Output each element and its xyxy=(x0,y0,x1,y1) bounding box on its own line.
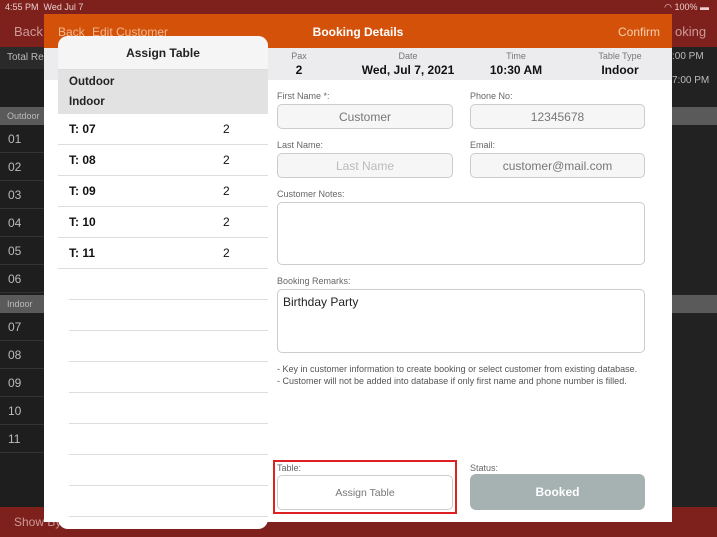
background-row: 10 xyxy=(0,397,44,425)
background-row: 04 xyxy=(0,209,44,237)
table-name: T: 11 xyxy=(69,246,96,260)
table-row[interactable]: T: 11 2 xyxy=(58,238,268,269)
table-row[interactable]: T: 08 2 xyxy=(58,145,268,176)
wifi-icon: ◠ xyxy=(664,2,672,12)
background-row: 11 xyxy=(0,425,44,453)
info-label: Pax xyxy=(291,51,307,61)
phone-field[interactable]: 12345678 xyxy=(470,104,645,129)
background-row: 02 xyxy=(0,153,44,181)
background-row: 09 xyxy=(0,369,44,397)
battery-icon: ▬ xyxy=(700,2,709,12)
phone-label: Phone No: xyxy=(470,91,513,101)
info-label: Time xyxy=(506,51,526,61)
table-name: T: 09 xyxy=(69,184,96,198)
empty-row xyxy=(69,300,268,331)
background-total: Total Re xyxy=(0,47,44,69)
table-name: T: 10 xyxy=(69,215,96,229)
info-value: 2 xyxy=(295,63,303,77)
battery-level: 100% xyxy=(674,2,698,12)
segment-indoor[interactable]: Indoor xyxy=(69,92,257,112)
background-row: 08 xyxy=(0,341,44,369)
booking-remarks-field[interactable]: Birthday Party xyxy=(277,289,645,353)
background-row: 06 xyxy=(0,265,44,293)
empty-row xyxy=(69,455,268,486)
status-time: 4:55 PM xyxy=(5,2,39,12)
info-value: Indoor xyxy=(601,63,639,77)
table-row[interactable]: T: 10 2 xyxy=(58,207,268,238)
segment-outdoor[interactable]: Outdoor xyxy=(69,72,257,92)
background-time-column: :00 PM 7:00 PM xyxy=(672,47,717,507)
empty-row xyxy=(69,424,268,455)
empty-row xyxy=(69,486,268,517)
empty-row xyxy=(69,331,268,362)
background-section-indoor: Indoor xyxy=(0,295,44,313)
first-name-label: First Name *: xyxy=(277,91,330,101)
table-name: T: 07 xyxy=(69,122,96,136)
info-value: Wed, Jul 7, 2021 xyxy=(361,63,455,77)
background-booking-button[interactable]: oking xyxy=(675,14,706,50)
table-pax: 2 xyxy=(223,122,230,136)
help-note: - Customer will not be added into databa… xyxy=(277,375,627,386)
email-label: Email: xyxy=(470,140,496,150)
background-section-outdoor: Outdoor xyxy=(0,107,44,125)
table-row[interactable]: T: 07 2 xyxy=(58,114,268,145)
status-label: Status: xyxy=(470,463,499,473)
status-date: Wed Jul 7 xyxy=(43,2,84,12)
background-section-band xyxy=(672,295,717,313)
confirm-button[interactable]: Confirm xyxy=(618,14,660,50)
background-row: 07 xyxy=(0,313,44,341)
customer-notes-field[interactable] xyxy=(277,202,645,265)
background-time: 7:00 PM xyxy=(672,75,710,86)
empty-row xyxy=(69,362,268,393)
info-label: Date xyxy=(398,51,418,61)
customer-notes-label: Customer Notes: xyxy=(277,189,345,199)
assign-table-button[interactable]: Assign Table xyxy=(277,475,453,510)
info-date: Date Wed, Jul 7, 2021 xyxy=(344,51,472,77)
background-time: :00 PM xyxy=(672,51,704,62)
empty-row xyxy=(69,393,268,424)
background-row: 05 xyxy=(0,237,44,265)
info-label: Table Type xyxy=(598,51,642,61)
assign-table-popover: Assign Table Outdoor Indoor T: 07 2 T: 08… xyxy=(58,36,268,529)
status-bar: 4:55 PM Wed Jul 7 ◠ 100% ▬ xyxy=(0,0,717,14)
help-note: - Key in customer information to create … xyxy=(277,364,638,374)
status-button[interactable]: Booked xyxy=(470,474,645,510)
table-pax: 2 xyxy=(223,246,230,260)
info-pax: Pax 2 xyxy=(279,51,319,77)
email-field[interactable]: customer@mail.com xyxy=(470,153,645,178)
booking-remarks-label: Booking Remarks: xyxy=(277,276,351,286)
empty-row xyxy=(69,269,268,300)
background-back-button[interactable]: Back xyxy=(14,14,43,50)
table-row[interactable]: T: 09 2 xyxy=(58,176,268,207)
background-section-band xyxy=(672,107,717,125)
last-name-field[interactable]: Last Name xyxy=(277,153,453,178)
background-row: 03 xyxy=(0,181,44,209)
table-pax: 2 xyxy=(223,153,230,167)
table-pax: 2 xyxy=(223,215,230,229)
table-name: T: 08 xyxy=(69,153,96,167)
last-name-label: Last Name: xyxy=(277,140,324,150)
info-time: Time 10:30 AM xyxy=(476,51,556,77)
popover-title: Assign Table xyxy=(58,36,268,70)
table-type-list: Outdoor Indoor xyxy=(58,70,268,114)
table-pax: 2 xyxy=(223,184,230,198)
table-label: Table: xyxy=(277,463,302,473)
info-value: 10:30 AM xyxy=(489,63,543,77)
background-row: 01 xyxy=(0,125,44,153)
info-table-type: Table Type Indoor xyxy=(584,51,656,77)
help-notes: - Key in customer information to create … xyxy=(277,364,647,387)
first-name-field[interactable]: Customer xyxy=(277,104,453,129)
